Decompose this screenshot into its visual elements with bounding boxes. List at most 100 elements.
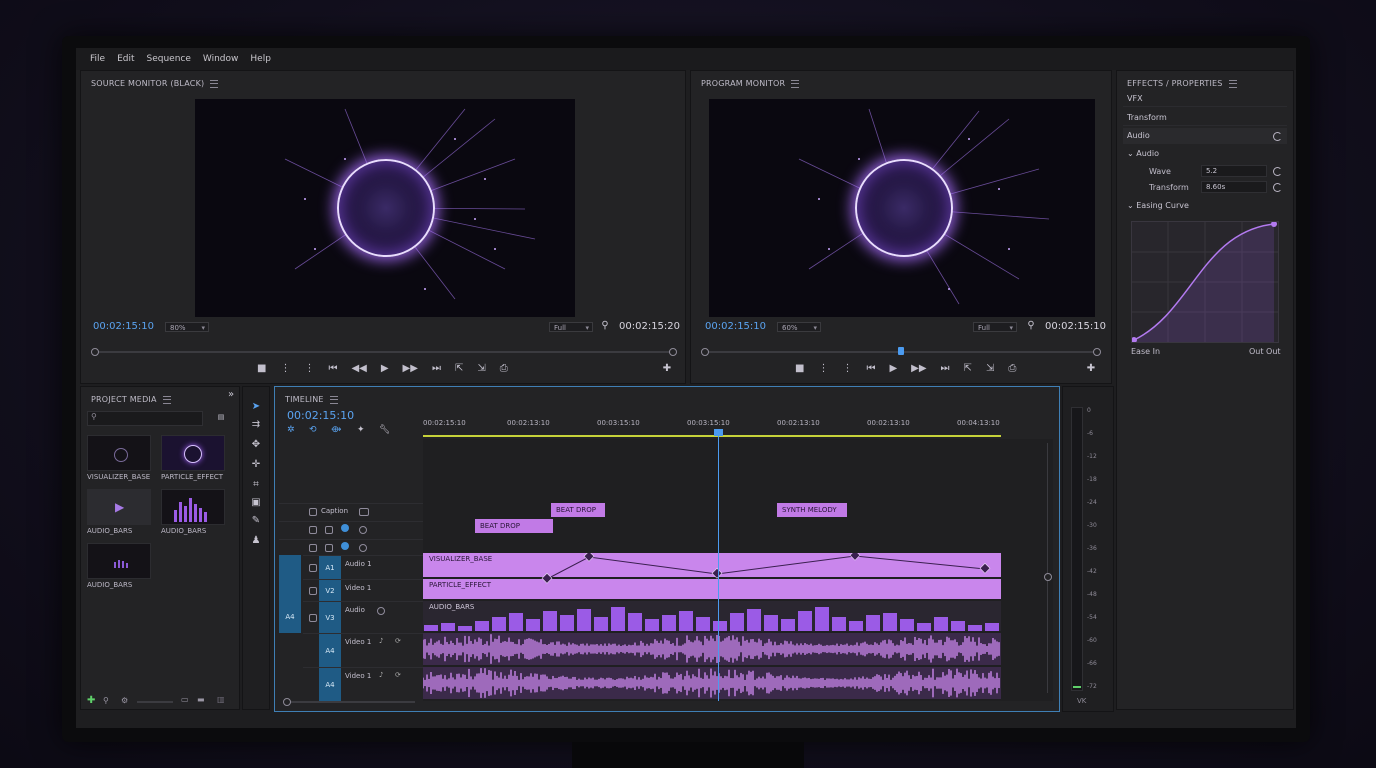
export-frame-button[interactable]: ⎙ — [1008, 363, 1016, 374]
sync-icon[interactable] — [325, 544, 333, 552]
source-quality-select[interactable]: Full — [549, 322, 593, 333]
media-thumb-audio-bars-2[interactable] — [161, 489, 225, 525]
track-badge[interactable]: A1 — [319, 556, 341, 580]
add-marker-icon[interactable]: ⟴ — [331, 425, 341, 435]
move-tool-icon[interactable]: ✛ — [250, 459, 262, 471]
reset-icon[interactable] — [1273, 167, 1282, 176]
easing-curve-graph[interactable] — [1132, 222, 1278, 342]
panel-menu-icon[interactable] — [791, 79, 800, 88]
menu-edit[interactable]: Edit — [117, 54, 134, 64]
solo-icon[interactable] — [377, 607, 385, 615]
track-target-badge[interactable]: A4 — [279, 601, 301, 633]
play-button[interactable]: ▶ — [889, 363, 897, 374]
linked-selection-icon[interactable]: ⟲ — [309, 425, 317, 435]
keyframe-graph[interactable] — [423, 553, 1001, 599]
new-item-icon[interactable]: ✚ — [87, 695, 95, 706]
rewind-button[interactable]: ◀◀ — [351, 363, 366, 374]
forward-button[interactable]: ▶▶ — [911, 363, 926, 374]
lock-icon[interactable] — [309, 526, 317, 534]
ease-in-handle[interactable] — [1132, 337, 1137, 342]
source-scrubber[interactable] — [91, 348, 677, 356]
overwrite-button[interactable]: ⇲ — [477, 363, 485, 374]
hand-tool-icon[interactable]: ♟ — [250, 535, 262, 547]
panel-menu-icon[interactable] — [210, 79, 219, 88]
program-playhead[interactable] — [898, 347, 904, 355]
audio-clip-2[interactable] — [422, 667, 1001, 699]
lock-icon[interactable] — [309, 587, 317, 595]
caption-icon[interactable] — [359, 508, 369, 516]
selection-tool-icon[interactable]: ➤ — [250, 401, 262, 413]
panel-menu-icon[interactable] — [329, 395, 338, 404]
menu-window[interactable]: Window — [203, 54, 239, 64]
scrub-start-handle[interactable] — [701, 348, 709, 356]
scroll-handle[interactable] — [1044, 573, 1052, 581]
keyframe-icon[interactable]: ✦ — [357, 425, 365, 435]
forward-button[interactable]: ▶▶ — [403, 363, 418, 374]
source-timecode[interactable]: 00:02:15:10 — [93, 321, 154, 332]
lock-icon[interactable] — [309, 614, 317, 622]
playhead-handle[interactable] — [714, 429, 723, 436]
panel-menu-icon[interactable] — [162, 395, 171, 404]
eye-icon[interactable] — [341, 542, 349, 550]
search-input[interactable]: ⚲ — [87, 411, 203, 426]
razor-tool-icon[interactable]: ⌗ — [250, 479, 262, 491]
reset-icon[interactable] — [1273, 132, 1282, 141]
effects-row-transform[interactable]: Transform — [1123, 110, 1287, 126]
media-thumb-particle[interactable] — [161, 435, 225, 471]
marker-beat-drop[interactable]: BEAT DROP — [551, 503, 605, 517]
snap-icon[interactable]: ✲ — [287, 425, 295, 435]
media-thumb-audio-bars-3[interactable] — [87, 543, 151, 579]
track-badge[interactable]: A4 — [319, 634, 341, 668]
mute-icon[interactable] — [359, 526, 367, 534]
menu-sequence[interactable]: Sequence — [147, 54, 191, 64]
program-timecode[interactable]: 00:02:15:10 — [705, 321, 766, 332]
track-badge[interactable]: V3 — [319, 602, 341, 634]
reset-icon[interactable] — [1273, 183, 1282, 192]
program-scrubber[interactable] — [701, 347, 1101, 356]
source-zoom-select[interactable]: 80% — [165, 322, 209, 333]
lock-icon[interactable] — [309, 544, 317, 552]
mark-out-button[interactable]: ⋮ — [304, 363, 314, 374]
trash-icon[interactable]: ▥ — [217, 695, 225, 704]
easing-group-header[interactable]: ⌄ Easing Curve — [1123, 198, 1287, 214]
track-badge[interactable]: A4 — [319, 668, 341, 702]
timeline-hscroll[interactable] — [283, 698, 415, 706]
mark-in-button[interactable]: ⋮ — [818, 363, 828, 374]
mark-out-button[interactable]: ⋮ — [842, 363, 852, 374]
effects-row-vfx[interactable]: VFX — [1123, 91, 1287, 107]
list-view-icon[interactable]: ▤ — [215, 411, 227, 423]
pen-tool-icon[interactable]: ✎ — [250, 515, 262, 527]
add-button[interactable]: ✚ — [661, 363, 673, 375]
sync-icon[interactable]: ⟳ — [395, 671, 401, 679]
sync-icon[interactable] — [325, 526, 333, 534]
scrub-start-handle[interactable] — [91, 348, 99, 356]
eye-icon[interactable] — [341, 524, 349, 532]
track-badge[interactable]: V2 — [319, 580, 341, 602]
new-bin-icon[interactable]: ▬ — [197, 695, 205, 704]
step-forward-button[interactable]: ⏭ — [432, 363, 441, 374]
mic-icon[interactable]: ♪ — [379, 671, 383, 679]
wrench-icon[interactable]: 🔧︎ — [379, 425, 390, 435]
media-thumb-audio-bars-1[interactable]: ▶ — [87, 489, 151, 525]
insert-button[interactable]: ⇱ — [455, 363, 463, 374]
insert-button[interactable]: ⇱ — [964, 363, 972, 374]
clip-audio-bars[interactable]: AUDIO_BARS — [423, 601, 1001, 631]
menu-file[interactable]: File — [90, 54, 105, 64]
export-frame-button[interactable]: ⎙ — [500, 363, 508, 374]
stop-button[interactable]: ■ — [257, 363, 266, 374]
prop-wave-input[interactable]: 5.2 — [1201, 165, 1267, 177]
slip-tool-icon[interactable]: ▣ — [250, 497, 262, 509]
mark-in-button[interactable]: ⋮ — [280, 363, 290, 374]
program-quality-select[interactable]: Full — [973, 322, 1017, 333]
panel-menu-icon[interactable] — [1228, 79, 1237, 88]
mute-icon[interactable] — [359, 544, 367, 552]
settings-icon[interactable]: ⚙ — [121, 696, 128, 705]
play-button[interactable]: ▶ — [381, 363, 389, 374]
effects-row-audio[interactable]: Audio — [1123, 128, 1287, 144]
step-back-button[interactable]: ⏮ — [328, 363, 337, 374]
mic-icon[interactable]: ♪ — [379, 637, 383, 645]
easing-curve-editor[interactable] — [1131, 221, 1279, 343]
menu-help[interactable]: Help — [250, 54, 271, 64]
stop-button[interactable]: ■ — [795, 363, 804, 374]
scroll-handle[interactable] — [283, 698, 291, 706]
